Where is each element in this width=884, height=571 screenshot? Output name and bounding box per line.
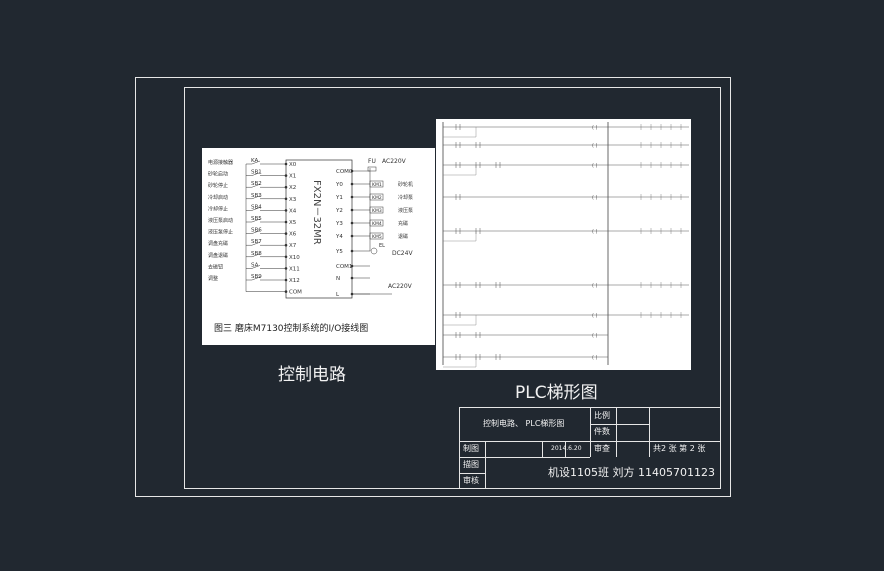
y-terminal-label: Y5 bbox=[335, 249, 343, 255]
count-label: 件数 bbox=[594, 427, 610, 436]
switch-label: SB9 bbox=[251, 274, 262, 280]
x-terminal-label: X12 bbox=[289, 278, 300, 284]
input-label: 液压泵停止 bbox=[208, 229, 233, 236]
km-label: KM4 bbox=[372, 221, 382, 227]
input-label: 调整 bbox=[208, 275, 218, 282]
io-wiring-diagram[interactable]: 电源接触器 KA X0 砂轮启动 SB1 X1 砂轮停止 SB2 X2 冷却启动 SB3 X3 冷却停止… bbox=[202, 148, 435, 345]
io-outputs-group: COM0 Y0 KM1 砂轮机 Y1 KM2 冷却泵 Y2 KM3 液压泵 Y3 KM4 充磁 Y4 KM5… bbox=[335, 166, 413, 298]
drawn-label: 制图 bbox=[463, 444, 479, 453]
ac-bottom-label: AC220V bbox=[388, 283, 413, 290]
coil-symbol: ( ) bbox=[592, 355, 598, 361]
switch-label: SB5 bbox=[251, 216, 262, 222]
ladder-svg: ( ) ( ) ( ) ( ) ( ) ( ) ( ) ( ) ( ) bbox=[442, 122, 689, 368]
x-terminal-label: X10 bbox=[289, 255, 300, 261]
coil-symbol: ( ) bbox=[592, 143, 598, 149]
el-label: EL bbox=[379, 243, 385, 249]
switch-label: SB8 bbox=[251, 251, 262, 257]
lamp-symbol bbox=[370, 247, 378, 255]
fuse-symbol bbox=[367, 166, 377, 172]
x-terminal-label: X5 bbox=[289, 220, 297, 226]
y-terminal-label: L bbox=[336, 292, 340, 298]
drawing-title: 控制电路、 PLC梯形图 bbox=[483, 419, 565, 428]
left-caption: 控制电路 bbox=[278, 365, 346, 385]
input-label: 电源接触器 bbox=[208, 159, 233, 166]
x-terminal-label: X11 bbox=[289, 266, 300, 272]
scale-label: 比例 bbox=[594, 411, 610, 420]
y-terminal-label: Y3 bbox=[335, 221, 343, 227]
input-label: 砂轮启动 bbox=[208, 171, 228, 178]
author-info: 机设1105班 刘方 11405701123 bbox=[548, 466, 715, 479]
x-terminal-label: X6 bbox=[289, 232, 297, 238]
x-terminal-label: X4 bbox=[289, 208, 297, 214]
km-label: KM3 bbox=[372, 208, 382, 214]
input-label: 冷却启动 bbox=[208, 194, 228, 201]
output-label: 退磁 bbox=[398, 233, 408, 240]
input-label: 砂轮停止 bbox=[208, 182, 228, 189]
x-terminal-label: X0 bbox=[289, 162, 297, 168]
coil-symbol: ( ) bbox=[592, 125, 598, 131]
output-label: 液压泵 bbox=[398, 207, 413, 214]
coil-symbol: ( ) bbox=[592, 229, 598, 235]
dc-supply-label: DC24V bbox=[392, 250, 413, 257]
y-terminal-label: Y4 bbox=[335, 234, 343, 240]
switch-label: SB7 bbox=[251, 239, 262, 245]
sheet-info: 共2 张 第 2 张 bbox=[653, 444, 706, 453]
ac-supply-label: AC220V bbox=[382, 158, 407, 165]
output-label: 冷却泵 bbox=[398, 194, 413, 201]
km-label: KM5 bbox=[372, 234, 382, 240]
x-terminal-label: X1 bbox=[289, 174, 296, 180]
x-terminal-label: COM bbox=[289, 290, 302, 296]
km-label: KM1 bbox=[372, 182, 382, 188]
right-caption: PLC梯形图 bbox=[515, 383, 598, 403]
x-terminal-label: X3 bbox=[289, 197, 297, 203]
plc-ladder-diagram[interactable]: ( ) ( ) ( ) ( ) ( ) ( ) ( ) ( ) ( ) bbox=[436, 119, 691, 370]
y-terminal-label: COM1 bbox=[336, 264, 352, 270]
output-label: 充磁 bbox=[398, 220, 408, 227]
drawn-date: 2014.6.20 bbox=[551, 445, 582, 452]
km-label: KM2 bbox=[372, 195, 382, 201]
coil-symbol: ( ) bbox=[592, 195, 598, 201]
x-terminal-label: X2 bbox=[289, 185, 296, 191]
io-inputs-group: 电源接触器 KAX0砂轮启动 SB1X1砂轮停止 SB2X2冷却启动 SB3X3冷却停止… bbox=[208, 158, 302, 296]
input-label: 去磁钮 bbox=[208, 263, 223, 270]
y-terminal-label: Y1 bbox=[335, 195, 343, 201]
coil-symbol: ( ) bbox=[592, 283, 598, 289]
fu-label: FU bbox=[368, 158, 376, 165]
io-diagram-caption: 图三 磨床M7130控制系统的I/O接线图 bbox=[214, 322, 368, 334]
switch-label: SB3 bbox=[251, 193, 262, 199]
trace-label: 描图 bbox=[463, 460, 479, 469]
switch-label: SB4 bbox=[251, 204, 262, 210]
input-label: 调盘充磁 bbox=[208, 240, 228, 247]
switch-label: SB6 bbox=[251, 228, 262, 234]
y-terminal-label: Y0 bbox=[335, 182, 343, 188]
io-wiring-svg: 电源接触器 KAX0砂轮启动 SB1X1砂轮停止 SB2X2冷却启动 SB3X3冷却停止… bbox=[208, 158, 413, 334]
check-label: 审查 bbox=[594, 444, 610, 453]
switch-label: SB1 bbox=[251, 170, 262, 176]
y-terminal-label: N bbox=[336, 276, 340, 282]
coil-symbol: ( ) bbox=[592, 313, 598, 319]
switch-label: SB2 bbox=[251, 181, 262, 187]
y-terminal-label: COM0 bbox=[336, 169, 353, 175]
review-label: 审核 bbox=[463, 476, 479, 485]
plc-model-label: FX2N－32MR bbox=[311, 180, 322, 245]
output-label: 砂轮机 bbox=[398, 181, 413, 188]
y-terminal-label: Y2 bbox=[335, 208, 343, 214]
x-terminal-label: X7 bbox=[289, 243, 297, 249]
coil-symbol: ( ) bbox=[592, 333, 598, 339]
input-label: 调盘退磁 bbox=[208, 252, 228, 259]
coil-symbol: ( ) bbox=[592, 163, 598, 169]
input-label: 冷却停止 bbox=[208, 205, 228, 212]
input-label: 液压泵启动 bbox=[208, 217, 233, 224]
